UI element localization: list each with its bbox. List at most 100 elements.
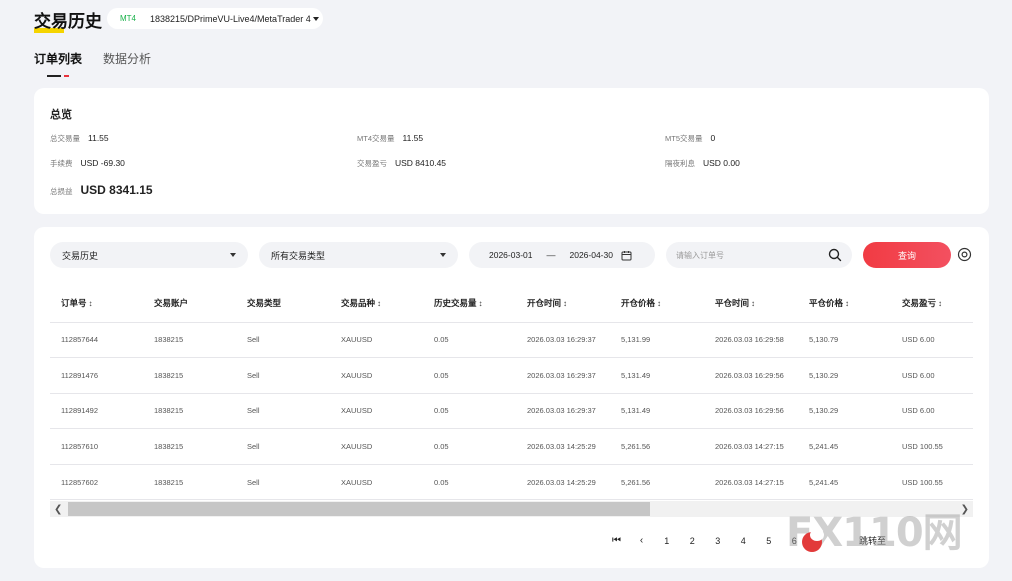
table-cell: 5,130.29 [798, 357, 891, 394]
chevron-down-icon [440, 253, 446, 257]
table-cell: 5,241.45 [798, 428, 891, 465]
search-icon[interactable] [828, 248, 842, 267]
swap-label: 隔夜利息 [665, 159, 695, 168]
page-4[interactable]: 4 [731, 536, 757, 546]
overview-card: 总览 总交易量 11.55 MT4交易量 11.55 MT5交易量 0 手续费 … [34, 88, 989, 214]
calendar-icon[interactable] [621, 250, 632, 261]
trade-type-select[interactable]: 所有交易类型 [259, 242, 458, 268]
tab-label: 数据分析 [103, 52, 152, 66]
column-header-label: 交易盈亏 [902, 298, 937, 309]
date-separator: — [546, 250, 556, 260]
total-volume-value: 11.55 [88, 133, 109, 143]
table-cell: 2026.03.03 16:29:37 [516, 393, 610, 430]
mt5-volume: MT5交易量 0 [665, 133, 715, 144]
sort-icon[interactable]: ↕ [479, 299, 483, 308]
table-cell: 112891492 [50, 393, 143, 430]
sort-icon[interactable]: ↕ [563, 299, 567, 308]
date-from[interactable]: 2026-03-01 [489, 250, 532, 260]
table-cell: XAUUSD [330, 357, 423, 394]
trade-pnl-label: 交易盈亏 [357, 159, 387, 168]
first-page-icon[interactable]: ⏮ [604, 535, 629, 546]
sort-icon[interactable]: ↕ [938, 299, 942, 308]
column-header[interactable]: 开仓时间 ↕ [516, 285, 610, 323]
sort-icon[interactable]: ↕ [89, 299, 93, 308]
table-row: 112891476 1838215 Sell XAUUSD 0.05 2026.03.03… [50, 357, 973, 394]
table-cell: 112857610 [50, 428, 143, 465]
table-cell: 1838215 [143, 357, 236, 394]
column-header-label: 订单号 [61, 298, 87, 309]
active-tab-indicator [47, 75, 61, 77]
table-cell: USD 6.00 [891, 322, 973, 359]
sort-icon[interactable]: ↕ [657, 299, 661, 308]
date-to[interactable]: 2026-04-30 [569, 250, 612, 260]
tabs: 订单列表 数据分析 [34, 50, 172, 77]
prev-page-icon[interactable]: ‹ [629, 535, 654, 546]
column-header[interactable]: 交易品种 ↕ [330, 285, 423, 323]
column-header[interactable]: 订单号 ↕ [50, 285, 143, 323]
column-header[interactable]: 交易盈亏 ↕ [891, 285, 973, 323]
overview-title: 总览 [50, 109, 72, 121]
history-select[interactable]: 交易历史 [50, 242, 248, 268]
table-cell: Sell [236, 428, 330, 465]
tab-data-analysis[interactable]: 数据分析 [103, 50, 151, 75]
table-cell: 5,130.79 [798, 322, 891, 359]
column-header-label: 交易类型 [247, 298, 282, 309]
table-cell: 1838215 [143, 464, 236, 501]
date-range-picker[interactable]: 2026-03-01 — 2026-04-30 [469, 242, 655, 268]
table-cell: 0.05 [423, 393, 516, 430]
tab-label: 订单列表 [34, 52, 83, 66]
mt4-volume: MT4交易量 11.55 [357, 133, 423, 144]
total-pnl-label: 总损益 [50, 187, 73, 196]
fee-label: 手续费 [50, 159, 73, 168]
page-2[interactable]: 2 [680, 536, 706, 546]
column-header[interactable]: 历史交易量 ↕ [423, 285, 516, 323]
table-row: 112857610 1838215 Sell XAUUSD 0.05 2026.03.03… [50, 428, 973, 465]
column-header-label: 历史交易量 [434, 298, 477, 309]
table-cell: XAUUSD [330, 428, 423, 465]
table-cell: 0.05 [423, 322, 516, 359]
column-header-label: 平仓价格 [809, 298, 844, 309]
table-cell: USD 6.00 [891, 357, 973, 394]
table-cell: 112857602 [50, 464, 143, 501]
table-cell: USD 6.00 [891, 393, 973, 430]
mt4-volume-label: MT4交易量 [357, 134, 395, 143]
table-cell: 5,261.56 [610, 428, 704, 465]
account-label: 1838215/DPrimeVU-Live4/MetaTrader 4 [150, 13, 311, 24]
table-cell: XAUUSD [330, 393, 423, 430]
mt5-volume-label: MT5交易量 [665, 134, 703, 143]
table-cell: 1838215 [143, 322, 236, 359]
mt4-volume-value: 11.55 [402, 133, 424, 143]
column-header: 交易账户 [143, 285, 236, 323]
sort-icon[interactable]: ↕ [751, 299, 755, 308]
sort-icon[interactable]: ↕ [377, 299, 381, 308]
sort-icon[interactable]: ↕ [845, 299, 849, 308]
account-selector[interactable]: MT4 1838215/DPrimeVU-Live4/MetaTrader 4 [107, 8, 323, 29]
order-number-input[interactable] [676, 247, 816, 263]
watermark-logo-icon [802, 529, 824, 552]
table-cell: 2026.03.03 14:27:15 [704, 428, 798, 465]
table-cell: USD 100.55 [891, 464, 973, 501]
query-button[interactable]: 查询 [863, 242, 951, 268]
column-header[interactable]: 平仓价格 ↕ [798, 285, 891, 323]
trade-type-select-value: 所有交易类型 [271, 250, 326, 261]
column-header[interactable]: 平仓时间 ↕ [704, 285, 798, 323]
table-cell: 2026.03.03 16:29:56 [704, 357, 798, 394]
column-header[interactable]: 开仓价格 ↕ [610, 285, 704, 323]
scroll-right-icon[interactable]: ❯ [961, 504, 969, 515]
swap: 隔夜利息 USD 0.00 [665, 158, 740, 169]
table-cell: Sell [236, 322, 330, 359]
page-3[interactable]: 3 [705, 536, 731, 546]
scroll-left-icon[interactable]: ❮ [54, 504, 62, 515]
table-cell: Sell [236, 464, 330, 501]
table-cell: 2026.03.03 16:29:37 [516, 357, 610, 394]
page-5[interactable]: 5 [756, 536, 782, 546]
column-header-label: 交易账户 [154, 298, 189, 309]
table-cell: 2026.03.03 14:25:29 [516, 464, 610, 501]
gear-icon[interactable] [957, 247, 972, 267]
scrollbar-thumb[interactable] [68, 502, 650, 516]
table-cell: 0.05 [423, 428, 516, 465]
tab-order-list[interactable]: 订单列表 [34, 50, 83, 77]
table-cell: 5,131.49 [610, 357, 704, 394]
page-title: 交易历史 [34, 7, 102, 33]
page-1[interactable]: 1 [654, 536, 680, 546]
